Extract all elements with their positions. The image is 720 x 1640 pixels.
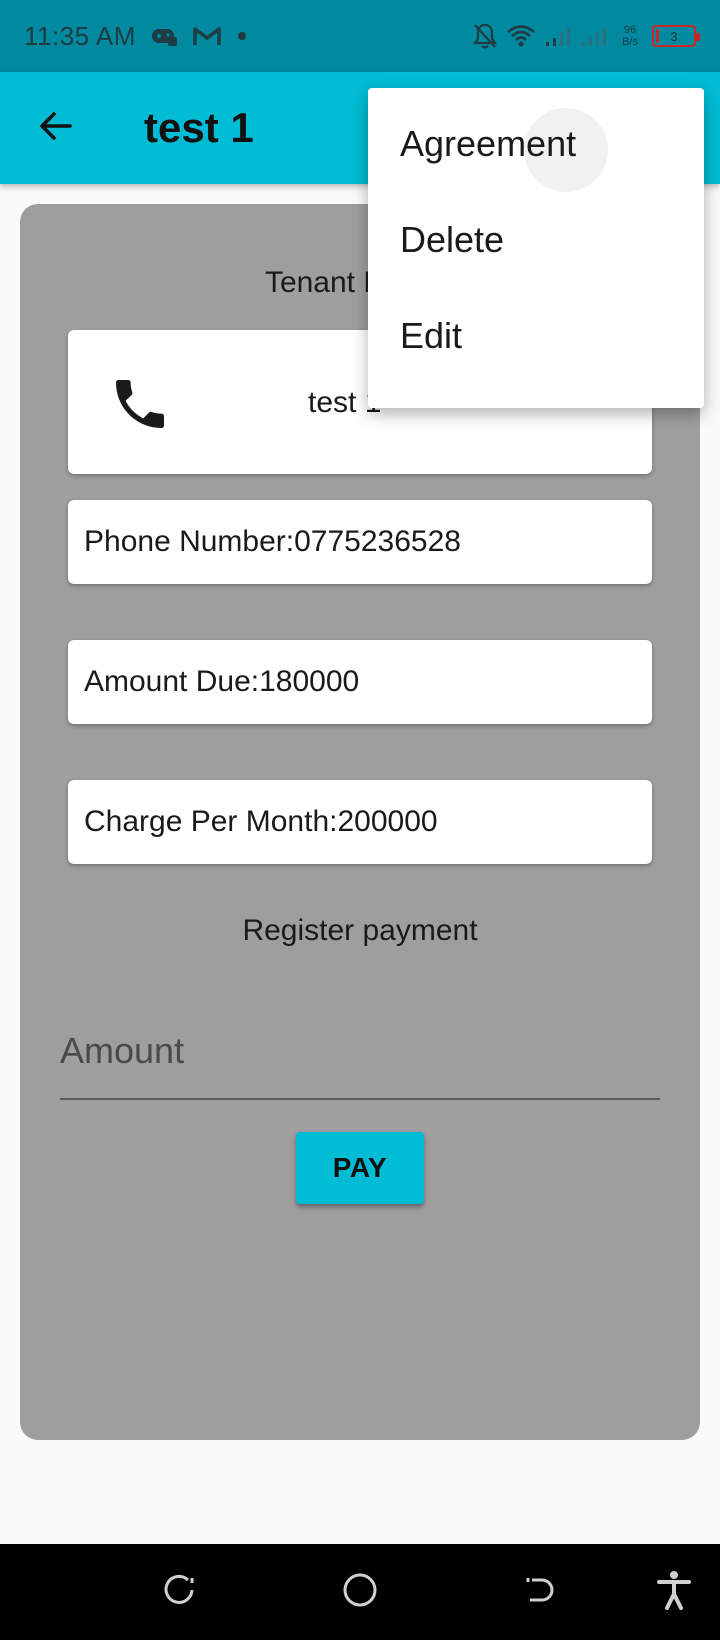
arrow-back-icon — [38, 108, 74, 149]
home-button[interactable] — [336, 1568, 384, 1616]
more-notifications-dot-icon — [236, 30, 248, 42]
register-payment-title: Register payment — [242, 914, 478, 947]
battery-icon: 3 — [652, 25, 700, 47]
status-time: 11:35 AM — [24, 20, 136, 51]
signal-icon-sim1 — [544, 24, 572, 48]
menu-item-label: Edit — [400, 315, 463, 356]
battery-level: 3 — [670, 28, 678, 44]
wifi-icon — [506, 24, 536, 48]
overflow-menu: Agreement Delete Edit — [368, 88, 704, 408]
system-back-button[interactable] — [516, 1568, 564, 1616]
pay-button[interactable]: PAY — [296, 1132, 424, 1204]
menu-item-edit[interactable]: Edit — [368, 288, 704, 384]
amount-due-text: Amount Due:180000 — [84, 665, 360, 698]
menu-item-delete[interactable]: Delete — [368, 192, 704, 288]
network-speed: 96 B/s — [622, 24, 638, 48]
mute-bell-icon — [472, 22, 498, 50]
accessibility-button[interactable] — [650, 1568, 698, 1616]
recent-apps-button[interactable] — [156, 1568, 204, 1616]
signal-icon-sim2 — [580, 24, 608, 48]
home-circle-icon — [341, 1571, 379, 1614]
phone-number-tile: Phone Number:0775236528 — [68, 500, 652, 584]
game-controller-icon — [150, 25, 178, 47]
system-icons: 96 B/s 3 — [472, 22, 700, 50]
amount-field[interactable] — [60, 1004, 660, 1100]
page-title: test 1 — [144, 104, 254, 151]
phone-icon[interactable] — [108, 372, 172, 441]
back-button[interactable] — [0, 72, 112, 184]
menu-item-label: Delete — [400, 219, 505, 260]
menu-item-agreement[interactable]: Agreement — [368, 96, 704, 192]
gmail-icon — [192, 25, 222, 47]
charge-per-month-tile: Charge Per Month:200000 — [68, 780, 652, 864]
amount-due-tile: Amount Due:180000 — [68, 640, 652, 724]
network-speed-value: 96 — [623, 24, 637, 36]
amount-input[interactable] — [60, 1004, 660, 1098]
charge-per-month-text: Charge Per Month:200000 — [84, 805, 438, 838]
network-speed-unit: B/s — [622, 36, 638, 48]
phone-number-text: Phone Number:0775236528 — [84, 525, 461, 558]
status-bar: 11:35 AM 96 B/s 3 — [0, 0, 720, 72]
accessibility-icon — [656, 1570, 692, 1615]
menu-item-label: Agreement — [400, 123, 577, 164]
recent-apps-icon — [162, 1572, 198, 1613]
notification-icons — [150, 25, 248, 47]
back-gesture-icon — [522, 1572, 558, 1613]
navigation-bar — [0, 1544, 720, 1640]
